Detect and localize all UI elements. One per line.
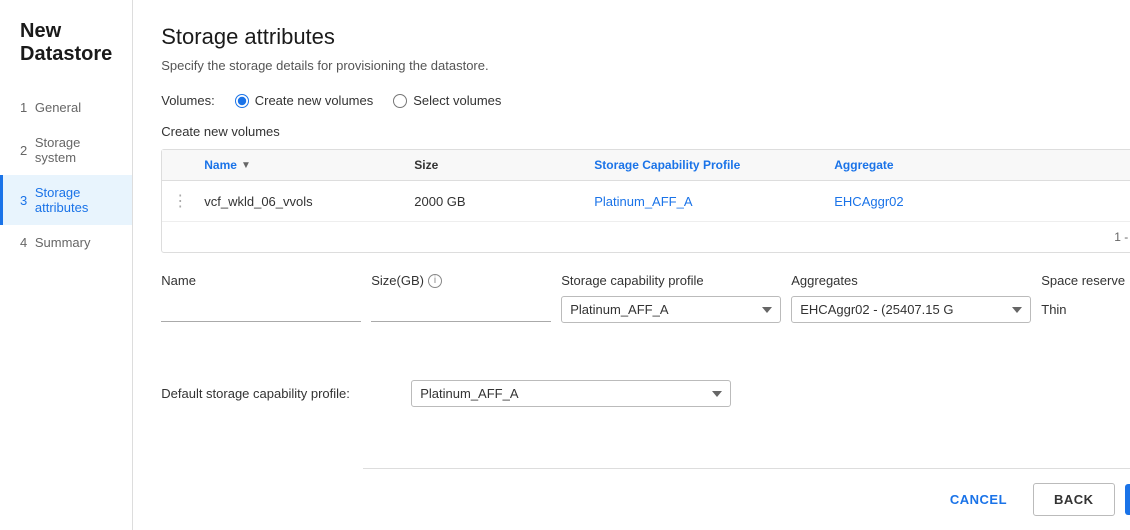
col-drag xyxy=(162,150,194,180)
radio-create-new-label: Create new volumes xyxy=(255,93,374,108)
col-aggregate: Aggregate xyxy=(824,150,1130,180)
row-size: 2000 GB xyxy=(404,184,584,219)
default-profile-label: Default storage capability profile: xyxy=(161,386,401,401)
table-row: ⋮ vcf_wkld_06_vvols 2000 GB Platinum_AFF… xyxy=(162,181,1130,222)
row-name: vcf_wkld_06_vvols xyxy=(194,184,404,219)
sidebar-label-storage-system: Storage system xyxy=(35,135,112,165)
table-pagination: 1 - 1 of 1 Item xyxy=(162,222,1130,252)
app-title: New Datastore xyxy=(0,20,132,90)
cancel-button[interactable]: CANCEL xyxy=(934,484,1023,515)
step-num-storage-attributes: 3 xyxy=(20,193,27,208)
radio-create-new[interactable]: Create new volumes xyxy=(235,93,374,108)
form-size-label: Size(GB) i xyxy=(371,273,551,288)
aggregate-select-wrapper: EHCAggr02 - (25407.15 G xyxy=(791,296,1031,323)
radio-select[interactable]: Select volumes xyxy=(393,93,501,108)
sidebar-item-general[interactable]: 1 General xyxy=(0,90,132,125)
sidebar: New Datastore 1 General 2 Storage system… xyxy=(0,0,133,530)
radio-create-new-input[interactable] xyxy=(235,94,249,108)
form-name-label: Name xyxy=(161,273,361,288)
form-space-reserve-label: Space reserve xyxy=(1041,273,1130,288)
form-aggregates-label: Aggregates xyxy=(791,273,1031,288)
col-name[interactable]: Name ▼ xyxy=(194,150,404,180)
back-button[interactable]: BACK xyxy=(1033,483,1115,516)
aggregate-select[interactable]: EHCAggr02 - (25407.15 G xyxy=(791,296,1031,323)
sidebar-item-storage-system[interactable]: 2 Storage system xyxy=(0,125,132,175)
form-profile-label: Storage capability profile xyxy=(561,273,781,288)
sidebar-label-general: General xyxy=(35,100,81,115)
volumes-label: Volumes: xyxy=(161,93,214,108)
name-input-wrapper xyxy=(161,298,361,322)
create-new-volumes-label: Create new volumes xyxy=(161,124,1130,139)
col-size: Size xyxy=(404,150,584,180)
step-num-summary: 4 xyxy=(20,235,27,250)
size-info-icon[interactable]: i xyxy=(428,274,442,288)
default-profile-row: Default storage capability profile: Plat… xyxy=(161,380,1130,407)
radio-select-label: Select volumes xyxy=(413,93,501,108)
profile-select[interactable]: Platinum_AFF_A xyxy=(561,296,781,323)
sidebar-label-summary: Summary xyxy=(35,235,91,250)
step-num-storage-system: 2 xyxy=(20,143,27,158)
size-input[interactable] xyxy=(371,298,551,322)
form-inputs-row: Platinum_AFF_A EHCAggr02 - (25407.15 G T… xyxy=(161,296,1130,323)
step-num-general: 1 xyxy=(20,100,27,115)
profile-select-wrapper: Platinum_AFF_A xyxy=(561,296,781,323)
size-input-wrapper xyxy=(371,298,551,322)
volumes-row: Volumes: Create new volumes Select volum… xyxy=(161,93,1130,108)
page-title: Storage attributes xyxy=(161,24,1130,50)
volumes-table: Name ▼ Size Storage Capability Profile A… xyxy=(161,149,1130,253)
sidebar-item-storage-attributes[interactable]: 3 Storage attributes xyxy=(0,175,132,225)
main-content: Storage attributes Specify the storage d… xyxy=(133,0,1130,530)
page-subtitle: Specify the storage details for provisio… xyxy=(161,58,1130,73)
row-profile[interactable]: Platinum_AFF_A xyxy=(584,184,824,219)
add-volume-form: Name Size(GB) i Storage capability profi… xyxy=(161,273,1130,360)
form-labels-row: Name Size(GB) i Storage capability profi… xyxy=(161,273,1130,288)
col-profile: Storage Capability Profile xyxy=(584,150,824,180)
space-reserve-display: Thin xyxy=(1041,302,1130,317)
drag-handle[interactable]: ⋮ xyxy=(162,181,194,221)
default-profile-select[interactable]: Platinum_AFF_A xyxy=(411,380,731,407)
footer: CANCEL BACK NEXT xyxy=(363,468,1130,530)
radio-group: Create new volumes Select volumes xyxy=(235,93,502,108)
name-input[interactable] xyxy=(161,298,361,322)
sort-icon: ▼ xyxy=(241,160,251,171)
sidebar-item-summary[interactable]: 4 Summary xyxy=(0,225,132,260)
row-aggregate[interactable]: EHCAggr02 xyxy=(824,184,1130,219)
radio-select-input[interactable] xyxy=(393,94,407,108)
next-button[interactable]: NEXT xyxy=(1125,484,1130,515)
table-header: Name ▼ Size Storage Capability Profile A… xyxy=(162,150,1130,181)
sidebar-label-storage-attributes: Storage attributes xyxy=(35,185,112,215)
